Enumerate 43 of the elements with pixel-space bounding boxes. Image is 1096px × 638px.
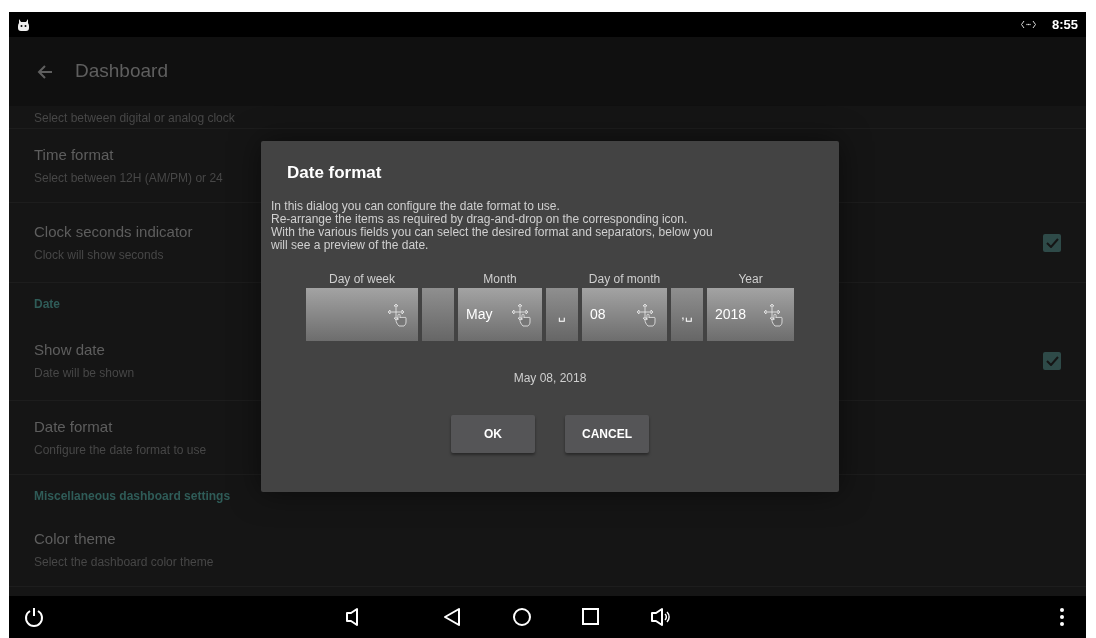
- field-value: 2018: [715, 305, 747, 325]
- dialog-description: In this dialog you can configure the date format to use. Re-arrange the items as required by drag-and-drop on the corresponding icon. With the various fields you can select the desired format and separators, below you will see a preview of the date.: [271, 200, 714, 253]
- android-icon: [17, 18, 30, 31]
- setting-title: Clock seconds indicator: [34, 221, 193, 242]
- dialog-title: Date format: [287, 163, 383, 184]
- field-label: Day of month: [587, 271, 662, 289]
- section-header: Date: [34, 296, 60, 313]
- date-field[interactable]: May: [458, 288, 542, 342]
- field-label: Month: [482, 271, 518, 289]
- separator-field[interactable]: [422, 288, 454, 342]
- setting-title: Date format: [34, 416, 113, 437]
- checkbox[interactable]: [1043, 351, 1061, 370]
- volume-up-icon[interactable]: [650, 607, 672, 627]
- power-icon[interactable]: [24, 607, 44, 627]
- field-label: Day of week: [328, 271, 396, 289]
- separator-field[interactable]: ,␣: [671, 288, 703, 342]
- checkbox[interactable]: [1043, 233, 1061, 252]
- drag-handle-icon[interactable]: [388, 302, 410, 327]
- section-header: Miscellaneous dashboard settings: [34, 488, 231, 505]
- date-field[interactable]: 2018: [707, 288, 794, 342]
- drag-handle-icon[interactable]: [512, 302, 534, 327]
- home-icon[interactable]: [512, 607, 532, 627]
- clock-time: 8:55: [1051, 15, 1078, 34]
- dialog-button[interactable]: CANCEL: [565, 415, 649, 454]
- field-value: May: [466, 305, 493, 325]
- setting-title: Color theme: [34, 528, 116, 549]
- date-preview: May 08, 2018: [512, 370, 588, 388]
- field-value: 08: [590, 305, 606, 325]
- drag-handle-icon[interactable]: [637, 302, 659, 327]
- recent-apps-icon[interactable]: [581, 607, 600, 626]
- setting-title: Show date: [34, 339, 105, 360]
- setting-title: Time format: [34, 144, 114, 165]
- dialog-button[interactable]: OK: [451, 415, 535, 454]
- date-field[interactable]: 08: [582, 288, 667, 342]
- field-label: Year: [737, 271, 764, 289]
- separator-field[interactable]: ␣: [546, 288, 578, 342]
- back-icon[interactable]: [443, 607, 461, 627]
- date-field[interactable]: [306, 288, 418, 342]
- code-arrows-icon: [1020, 20, 1036, 29]
- drag-handle-icon[interactable]: [764, 302, 786, 327]
- more-options-icon[interactable]: [1059, 607, 1065, 627]
- back-arrow-icon[interactable]: [37, 64, 53, 79]
- app-bar-title: Dashboard: [75, 60, 168, 83]
